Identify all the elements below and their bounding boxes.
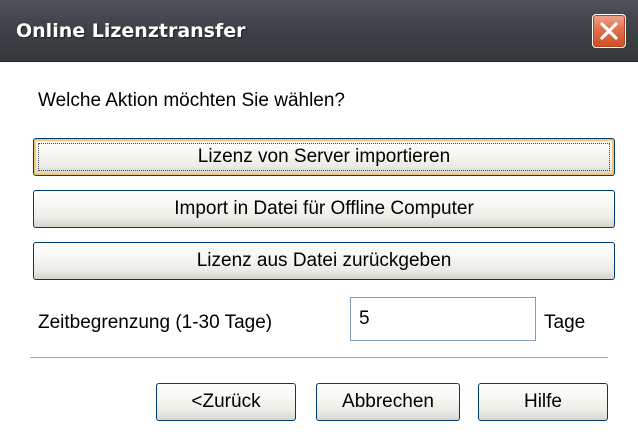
window-title: Online Lizenztransfer [16,20,246,42]
import-from-server-button[interactable]: Lizenz von Server importieren [33,138,615,176]
help-button[interactable]: Hilfe [478,383,608,421]
back-button[interactable]: <Zurück [156,383,296,421]
import-offline-file-button[interactable]: Import in Datei für Offline Computer [33,190,615,228]
help-button-label: Hilfe [523,391,562,412]
return-license-file-label: Lizenz aus Datei zurückgeben [196,250,452,271]
action-prompt: Welche Aktion möchten Sie wählen? [38,90,345,111]
return-license-file-button[interactable]: Lizenz aus Datei zurückgeben [33,242,615,280]
time-limit-input[interactable] [350,297,536,341]
close-icon [593,15,625,47]
dialog-window: Online Lizenztransfer Welche Aktion möch… [0,0,638,435]
time-limit-unit: Tage [544,312,586,333]
import-offline-file-label: Import in Datei für Offline Computer [174,198,474,219]
separator [30,357,608,359]
cancel-button[interactable]: Abbrechen [316,383,460,421]
title-bar[interactable]: Online Lizenztransfer [0,0,638,62]
close-button[interactable] [592,14,626,48]
import-from-server-label: Lizenz von Server importieren [197,146,451,167]
time-limit-label: Zeitbegrenzung (1-30 Tage) [38,312,273,333]
cancel-button-label: Abbrechen [342,391,434,412]
back-button-label: <Zurück [191,391,261,412]
